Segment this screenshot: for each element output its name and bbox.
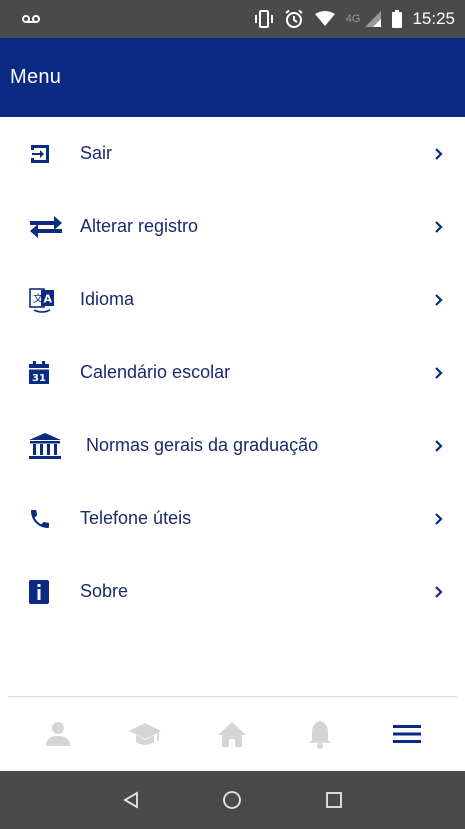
profile-icon	[45, 722, 70, 746]
swap-icon	[28, 209, 64, 245]
vibrate-icon	[254, 10, 273, 28]
voicemail-icon	[22, 15, 40, 23]
menu-icon	[393, 725, 422, 743]
graduation-cap-icon	[129, 723, 162, 745]
menu-item-label: Sair	[80, 143, 113, 163]
menu-item-label: Calendário escolar	[80, 362, 231, 382]
home-icon	[218, 722, 247, 747]
wifi-icon	[314, 11, 335, 26]
chevron-right-icon	[435, 366, 443, 379]
menu-item-label: Telefone úteis	[80, 508, 192, 528]
alarm-icon	[285, 9, 303, 28]
page-title: Menu	[10, 66, 62, 88]
bottom-tab-bar	[0, 697, 465, 771]
chevron-right-icon	[435, 512, 443, 525]
chevron-right-icon	[435, 439, 443, 452]
chevron-right-icon	[435, 585, 443, 598]
menu-item-label: Normas gerais da graduação	[86, 435, 319, 455]
chevron-right-icon	[435, 293, 443, 306]
home-circle-icon	[223, 791, 242, 809]
institution-icon	[28, 428, 70, 464]
network-type: 4G	[345, 13, 361, 25]
menu-item-telefone-uteis[interactable]: Telefone úteis	[0, 482, 465, 555]
svg-text:31: 31	[32, 373, 46, 384]
menu-item-label: Sobre	[80, 581, 129, 601]
tab-graduation[interactable]	[115, 704, 175, 764]
calendar-icon: 31	[28, 355, 64, 391]
menu-item-sair[interactable]: Sair	[0, 117, 465, 190]
menu-list: Sair Alterar registro 文 A Idioma 31 Cale…	[0, 117, 465, 628]
translate-icon: 文 A	[28, 282, 64, 318]
bell-icon	[308, 721, 331, 749]
recents-button[interactable]	[314, 780, 354, 820]
menu-item-sobre[interactable]: Sobre	[0, 555, 465, 628]
logout-icon	[28, 136, 64, 172]
phone-icon	[28, 501, 64, 537]
home-button[interactable]	[212, 780, 252, 820]
recents-square-icon	[326, 792, 343, 808]
info-icon	[28, 574, 64, 610]
battery-icon	[392, 10, 403, 28]
menu-item-label: Alterar registro	[80, 216, 199, 236]
status-bar: 4G 15:25	[0, 0, 465, 38]
back-button[interactable]	[111, 780, 151, 820]
chevron-right-icon	[435, 147, 443, 160]
menu-item-alterar-registro[interactable]: Alterar registro	[0, 190, 465, 263]
system-navigation-bar	[0, 771, 465, 829]
status-time: 15:25	[412, 9, 455, 28]
menu-item-label: Idioma	[80, 289, 135, 309]
menu-item-normas-gerais[interactable]: Normas gerais da graduação	[0, 409, 465, 482]
svg-text:A: A	[44, 292, 53, 305]
tab-profile[interactable]	[28, 704, 88, 764]
tab-menu[interactable]	[377, 704, 437, 764]
chevron-right-icon	[435, 220, 443, 233]
tab-notifications[interactable]	[290, 704, 350, 764]
menu-item-idioma[interactable]: 文 A Idioma	[0, 263, 465, 336]
signal-icon	[365, 11, 382, 27]
tab-home[interactable]	[202, 704, 262, 764]
menu-item-calendario-escolar[interactable]: 31 Calendário escolar	[0, 336, 465, 409]
back-triangle-icon	[123, 791, 138, 809]
app-bar: Menu	[0, 38, 465, 117]
